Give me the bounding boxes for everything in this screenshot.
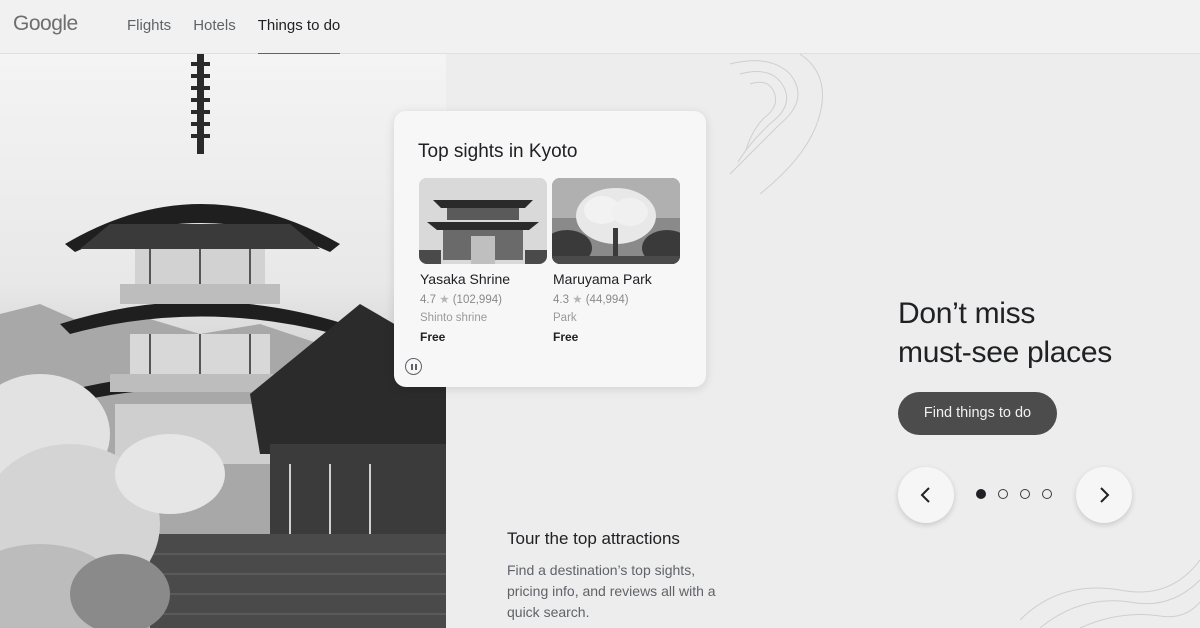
star-icon: ★ (572, 294, 583, 306)
carousel-dot-1[interactable] (976, 489, 986, 499)
sight-price: Free (420, 330, 446, 344)
carousel-next-button[interactable] (1076, 467, 1132, 523)
star-icon: ★ (439, 294, 450, 306)
main-nav: Flights Hotels Things to do (127, 0, 362, 55)
sight-card-yasaka[interactable]: Yasaka Shrine 4.7 ★ (102,994) Shinto shr… (419, 178, 547, 344)
sight-type: Park (553, 312, 577, 324)
maruyama-park-image (552, 178, 680, 264)
nav-hotels[interactable]: Hotels (193, 0, 236, 54)
find-things-to-do-button[interactable]: Find things to do (898, 392, 1057, 435)
sight-rating: 4.7 ★ (102,994) (419, 292, 547, 306)
contour-decoration-top (729, 54, 823, 195)
chevron-left-icon (920, 487, 930, 503)
carousel-dot-2[interactable] (998, 489, 1008, 499)
promo-headline-line2: must-see places (898, 336, 1112, 369)
review-count: (102,994) (452, 294, 502, 306)
carousel-dot-4[interactable] (1042, 489, 1052, 499)
rating-value: 4.3 (553, 294, 569, 306)
kyoto-pagoda-image (0, 54, 446, 628)
promo-headline-line1: Don’t miss (898, 297, 1036, 330)
chevron-right-icon (1100, 487, 1110, 503)
sight-card-maruyama[interactable]: Maruyama Park 4.3 ★ (44,994) Park Free (552, 178, 680, 344)
sight-name: Yasaka Shrine (420, 271, 511, 287)
google-logo[interactable]: Google (13, 12, 78, 36)
tour-description: Find a destination’s top sights, pricing… (507, 562, 716, 620)
carousel-prev-button[interactable] (898, 467, 954, 523)
top-bar: Google Flights Hotels Things to do (0, 0, 1200, 55)
rating-value: 4.7 (420, 294, 436, 306)
promo-headline: Don’t miss must-see places (898, 294, 1178, 372)
tour-title: Tour the top attractions (507, 529, 680, 548)
review-count: (44,994) (585, 294, 629, 306)
pagoda-illustration (0, 54, 446, 628)
top-sights-card: Top sights in Kyoto Yasaka Shrine 4.7 ★ … (394, 111, 706, 387)
carousel-indicator (976, 489, 1052, 499)
sight-price: Free (553, 330, 579, 344)
carousel-dot-3[interactable] (1020, 489, 1030, 499)
yasaka-shrine-image (419, 178, 547, 264)
card-title: Top sights in Kyoto (418, 141, 578, 162)
sight-rating: 4.3 ★ (44,994) (552, 292, 680, 306)
pause-icon[interactable] (405, 358, 422, 375)
sight-name: Maruyama Park (553, 271, 652, 287)
nav-things-to-do[interactable]: Things to do (257, 0, 340, 55)
contour-decoration-bottom (1020, 559, 1200, 628)
sight-type: Shinto shrine (420, 312, 488, 324)
nav-flights[interactable]: Flights (127, 0, 171, 54)
